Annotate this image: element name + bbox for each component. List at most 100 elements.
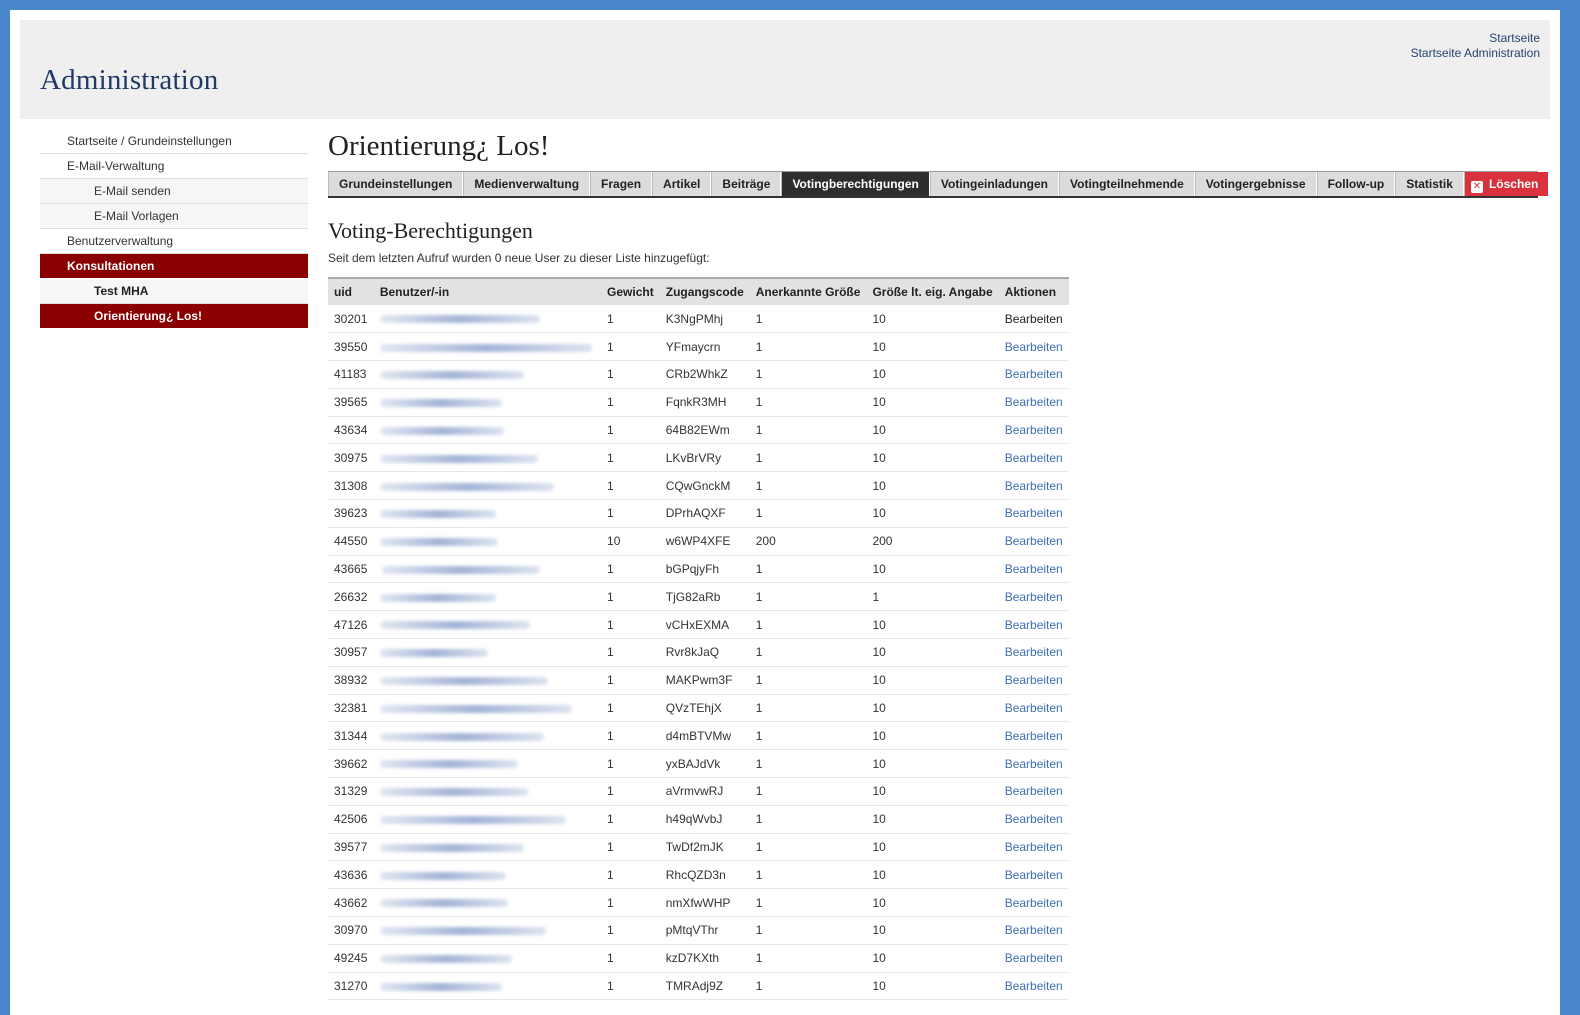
tab-fragen[interactable]: Fragen bbox=[590, 172, 653, 196]
table-row: 39623 1 DPrhAQXF 1 10 Bearbeiten bbox=[328, 499, 1069, 528]
edit-link[interactable]: Bearbeiten bbox=[998, 471, 1069, 501]
stated-size-cell: 10 bbox=[866, 805, 999, 834]
sidebar-item-startseite-grundeinstellungen[interactable]: Startseite / Grundeinstellungen bbox=[40, 129, 308, 154]
redacted-username bbox=[379, 621, 530, 630]
access-code-cell: YFmaycrn bbox=[659, 332, 750, 362]
stated-size-cell: 10 bbox=[866, 638, 999, 667]
edit-link[interactable]: Bearbeiten bbox=[998, 833, 1069, 862]
tab-votingteilnehmende[interactable]: Votingteilnehmende bbox=[1059, 172, 1195, 196]
uid-cell: 30970 bbox=[328, 916, 374, 945]
access-code-cell: TwDf2mJK bbox=[659, 833, 750, 862]
stated-size-cell: 10 bbox=[866, 443, 999, 473]
tab-votingberechtigungen[interactable]: Votingberechtigungen bbox=[781, 172, 930, 196]
link-startseite[interactable]: Startseite bbox=[1411, 31, 1540, 46]
table-row: 32381 1 QVzTEhjX 1 10 Bearbeiten bbox=[328, 694, 1069, 723]
redacted-username bbox=[381, 565, 540, 574]
stated-size-cell: 10 bbox=[866, 694, 999, 723]
user-cell bbox=[373, 305, 602, 334]
user-cell bbox=[373, 666, 602, 695]
table-body: 30201 1 K3NgPMhj 1 10 Bearbeiten 39550 1 YFmaycr… bbox=[328, 305, 1069, 1001]
page-title: Orientierung¿ Los! bbox=[328, 130, 550, 162]
edit-link[interactable]: Bearbeiten bbox=[998, 332, 1069, 362]
uid-cell: 26632 bbox=[328, 582, 374, 612]
edit-link[interactable]: Bearbeiten bbox=[998, 555, 1069, 584]
table-row: 42506 1 h49qWvbJ 1 10 Bearbeiten bbox=[328, 805, 1069, 834]
tab-votingergebnisse[interactable]: Votingergebnisse bbox=[1194, 172, 1317, 196]
redacted-username bbox=[379, 816, 566, 825]
sidebar-item-e-mail-senden[interactable]: E-Mail senden bbox=[40, 179, 308, 204]
edit-link[interactable]: Bearbeiten bbox=[998, 972, 1069, 1001]
edit-link[interactable]: Bearbeiten bbox=[998, 888, 1069, 918]
stated-size-cell: 10 bbox=[866, 471, 999, 501]
tab-grundeinstellungen[interactable]: Grundeinstellungen bbox=[328, 172, 464, 196]
edit-link[interactable]: Bearbeiten bbox=[998, 694, 1069, 723]
access-code-cell: CQwGnckM bbox=[659, 471, 750, 501]
edit-link[interactable]: Bearbeiten bbox=[998, 638, 1069, 667]
link-startseite-administration[interactable]: Startseite Administration bbox=[1411, 46, 1540, 61]
edit-link[interactable]: Bearbeiten bbox=[998, 527, 1069, 556]
stated-size-cell: 10 bbox=[866, 916, 999, 945]
sidebar-item-konsultationen[interactable]: Konsultationen bbox=[40, 254, 308, 279]
sidebar-item-orientierung-los[interactable]: Orientierung¿ Los! bbox=[40, 304, 308, 329]
tab-bar: Grundeinstellungen Medienverwaltung Fragen… bbox=[328, 171, 1550, 198]
column-header: Größe lt. eig. Angabe bbox=[866, 278, 999, 305]
tab-follow-up[interactable]: Follow-up bbox=[1316, 172, 1396, 196]
recognized-size-cell: 1 bbox=[749, 916, 867, 945]
user-cell bbox=[373, 527, 602, 556]
edit-link[interactable]: Bearbeiten bbox=[998, 416, 1069, 445]
recognized-size-cell: 1 bbox=[749, 972, 867, 1001]
redacted-username bbox=[379, 538, 498, 547]
uid-cell: 31270 bbox=[328, 972, 374, 1001]
edit-link[interactable]: Bearbeiten bbox=[998, 777, 1069, 806]
tab-artikel[interactable]: Artikel bbox=[652, 172, 712, 196]
tab-votingeinladungen[interactable]: Votingeinladungen bbox=[929, 172, 1059, 196]
edit-link[interactable]: Bearbeiten bbox=[998, 721, 1069, 751]
table-row: 43665 1 bGPqjyFh 1 10 Bearbeiten bbox=[328, 555, 1069, 584]
recognized-size-cell: 1 bbox=[749, 694, 867, 723]
edit-link[interactable]: Bearbeiten bbox=[998, 805, 1069, 834]
tab-label: Medienverwaltung bbox=[474, 177, 580, 191]
tab-löschen[interactable]: ✕ Löschen bbox=[1463, 172, 1550, 196]
edit-link[interactable]: Bearbeiten bbox=[998, 443, 1069, 473]
edit-link[interactable]: Bearbeiten bbox=[998, 749, 1069, 779]
edit-link[interactable]: Bearbeiten bbox=[998, 916, 1069, 945]
edit-link[interactable]: Bearbeiten bbox=[998, 499, 1069, 528]
uid-cell: 39565 bbox=[328, 388, 374, 417]
table-row: 31270 1 TMRAdj9Z 1 10 Bearbeiten bbox=[328, 972, 1069, 1001]
user-cell bbox=[373, 610, 602, 640]
weight-cell: 1 bbox=[601, 638, 660, 667]
sidebar-item-benutzerverwaltung[interactable]: Benutzerverwaltung bbox=[40, 229, 308, 254]
edit-link[interactable]: Bearbeiten bbox=[998, 666, 1069, 695]
recognized-size-cell: 1 bbox=[749, 777, 867, 806]
access-code-cell: aVrmvwRJ bbox=[659, 777, 750, 806]
tab-medienverwaltung[interactable]: Medienverwaltung bbox=[463, 172, 591, 196]
sidebar-item-test-mha[interactable]: Test MHA bbox=[40, 279, 308, 304]
user-cell bbox=[373, 416, 602, 445]
redacted-username bbox=[379, 593, 496, 602]
table-row: 43634 1 64B82EWm 1 10 Bearbeiten bbox=[328, 416, 1069, 445]
table-row: 39550 1 YFmaycrn 1 10 Bearbeiten bbox=[328, 332, 1069, 362]
redacted-username bbox=[379, 871, 506, 880]
sidebar-item-e-mail-vorlagen[interactable]: E-Mail Vorlagen bbox=[40, 204, 308, 229]
recognized-size-cell: 200 bbox=[749, 527, 867, 556]
user-cell bbox=[373, 499, 602, 528]
stated-size-cell: 10 bbox=[866, 499, 999, 528]
redacted-username bbox=[379, 482, 554, 491]
edit-link[interactable]: Bearbeiten bbox=[998, 944, 1069, 973]
weight-cell: 1 bbox=[601, 888, 660, 918]
recognized-size-cell: 1 bbox=[749, 360, 867, 389]
stated-size-cell: 10 bbox=[866, 388, 999, 417]
edit-link[interactable]: Bearbeiten bbox=[998, 388, 1069, 417]
edit-link[interactable]: Bearbeiten bbox=[998, 305, 1069, 334]
tab-beiträge[interactable]: Beiträge bbox=[711, 172, 782, 196]
uid-cell: 39577 bbox=[328, 833, 374, 862]
weight-cell: 1 bbox=[601, 777, 660, 806]
weight-cell: 1 bbox=[601, 416, 660, 445]
redacted-username bbox=[379, 510, 496, 519]
tab-statistik[interactable]: Statistik bbox=[1395, 172, 1464, 196]
edit-link[interactable]: Bearbeiten bbox=[998, 582, 1069, 612]
sidebar-item-e-mail-verwaltung[interactable]: E-Mail-Verwaltung bbox=[40, 154, 308, 179]
edit-link[interactable]: Bearbeiten bbox=[998, 860, 1069, 890]
edit-link[interactable]: Bearbeiten bbox=[998, 610, 1069, 640]
edit-link[interactable]: Bearbeiten bbox=[998, 360, 1069, 389]
